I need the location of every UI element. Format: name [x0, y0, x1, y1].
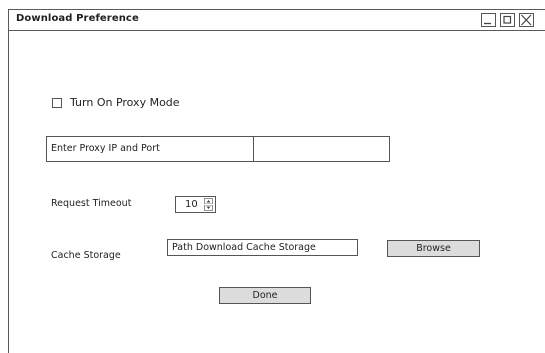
close-button[interactable]: [519, 13, 534, 27]
proxy-mode-checkbox[interactable]: [52, 98, 62, 108]
stepper-arrows: [204, 198, 213, 211]
window-title: Download Preference: [16, 13, 139, 24]
stepper-down-icon[interactable]: [204, 205, 213, 211]
done-button[interactable]: Done: [219, 287, 311, 304]
close-icon: [521, 14, 532, 26]
title-bar[interactable]: Download Preference: [9, 10, 545, 31]
stepper-up-icon[interactable]: [204, 198, 213, 204]
minimize-button[interactable]: [481, 13, 496, 27]
maximize-button[interactable]: [500, 13, 515, 27]
browse-button[interactable]: Browse: [387, 240, 480, 257]
minimize-icon: [484, 22, 491, 25]
proxy-field-label: Enter Proxy IP and Port: [51, 143, 160, 154]
maximize-icon: [503, 15, 512, 24]
proxy-ip-port-input[interactable]: [255, 138, 387, 159]
cache-path-input[interactable]: [167, 239, 358, 256]
proxy-mode-label: Turn On Proxy Mode: [70, 96, 180, 109]
cache-storage-label: Cache Storage: [51, 250, 121, 261]
request-timeout-label: Request Timeout: [51, 198, 132, 209]
proxy-field-group: Enter Proxy IP and Port: [46, 136, 390, 162]
request-timeout-stepper[interactable]: 10: [175, 196, 216, 213]
request-timeout-value: 10: [185, 199, 198, 210]
